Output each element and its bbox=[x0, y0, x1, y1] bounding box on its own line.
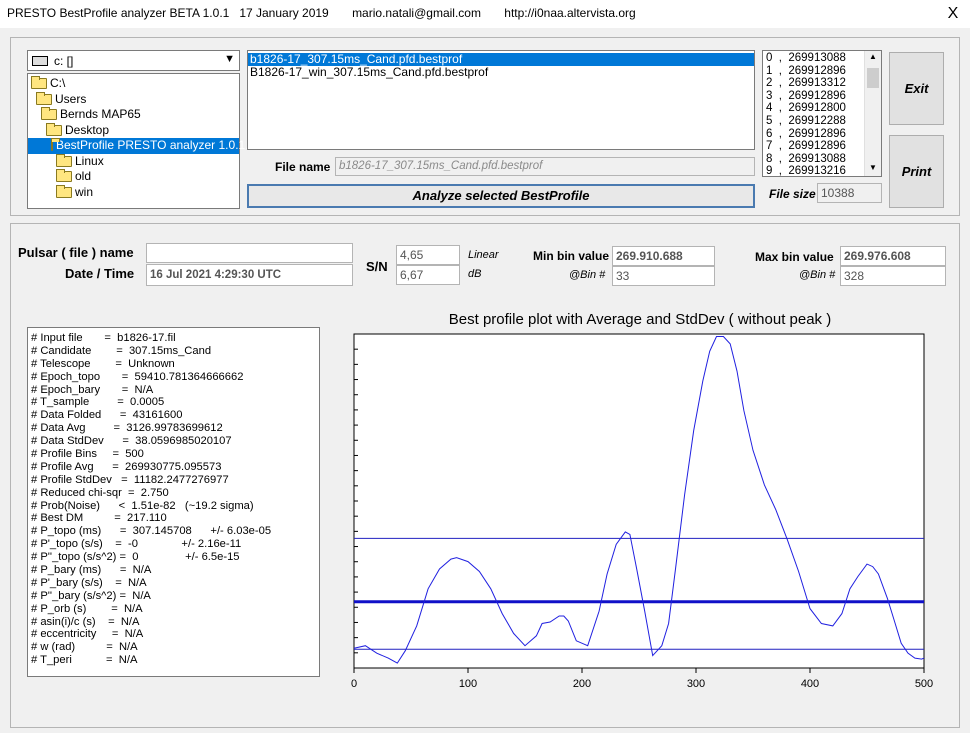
folder-icon bbox=[36, 91, 52, 105]
info-line: # Best DM = 217.110 bbox=[31, 512, 167, 525]
directory-item[interactable]: Desktop bbox=[28, 123, 239, 139]
chart-title: Best profile plot with Average and StdDe… bbox=[448, 311, 832, 328]
x-tick-label: 300 bbox=[687, 678, 705, 690]
date-time-field: 16 Jul 2021 4:29:30 UTC bbox=[146, 264, 353, 286]
directory-label: win bbox=[75, 184, 94, 199]
sn-linear-unit: Linear bbox=[468, 249, 499, 261]
directory-label: BestProfile PRESTO analyzer 1.0.1.e bbox=[56, 138, 256, 152]
pulsar-name-field bbox=[146, 243, 353, 263]
sn-label: S/N bbox=[366, 259, 388, 274]
info-line: # Telescope = Unknown bbox=[31, 357, 175, 370]
bestprof-info-text[interactable]: # Input file = b1826-17.fil # Candidate =… bbox=[27, 327, 320, 677]
drive-select[interactable]: c: [] ▼ bbox=[27, 50, 240, 71]
scroll-thumb[interactable] bbox=[867, 68, 879, 88]
directory-label: C:\ bbox=[50, 76, 66, 90]
info-line: # w (rad) = N/A bbox=[31, 641, 138, 654]
x-tick-label: 0 bbox=[351, 678, 357, 690]
info-line: # Profile StdDev = 11182.2477276977 bbox=[31, 473, 229, 486]
info-line: # Prob(Noise) < 1.51e-82 (~19.2 sigma) bbox=[31, 499, 254, 512]
info-line: # T_sample = 0.0005 bbox=[31, 396, 165, 409]
directory-list[interactable]: C:\ Users Bernds MAP65 Desktop BestProfile P… bbox=[27, 73, 255, 209]
directory-item[interactable]: BestProfile PRESTO analyzer 1.0.1.e bbox=[28, 138, 255, 154]
info-line: # Input file = b1826-17.fil bbox=[31, 332, 176, 344]
max-bin-at-label: @Bin # bbox=[799, 269, 836, 281]
file-list[interactable]: b1826-17_307.15ms_Cand.pfd.bestprof B1826… bbox=[247, 50, 755, 150]
close-button[interactable]: X bbox=[940, 3, 966, 25]
directory-item[interactable]: Users bbox=[28, 92, 239, 108]
folder-icon bbox=[31, 76, 47, 90]
x-tick-label: 400 bbox=[801, 678, 819, 690]
scroll-down-icon[interactable]: ▼ bbox=[869, 163, 877, 172]
folder-icon bbox=[46, 122, 62, 136]
info-line: # asin(i)/c (s) = N/A bbox=[31, 615, 140, 628]
min-bin-label: Min bin value bbox=[533, 249, 610, 263]
pulsar-name-label: Pulsar ( file ) name bbox=[18, 245, 134, 260]
info-line: # Reduced chi-sqr = 2.750 bbox=[31, 486, 169, 499]
chevron-down-icon[interactable]: ▼ bbox=[224, 53, 235, 65]
folder-icon bbox=[56, 184, 72, 198]
info-line: # Epoch_topo = 59410.781364666662 bbox=[31, 370, 244, 383]
drive-icon bbox=[32, 56, 48, 66]
file-size-label: File size bbox=[769, 187, 816, 201]
file-name-label: File name bbox=[275, 160, 331, 174]
info-line: # P'_bary (s/s) = N/A bbox=[31, 576, 147, 589]
min-bin-value: 269.910.688 bbox=[612, 246, 715, 266]
directory-label: Desktop bbox=[65, 122, 110, 137]
info-line: # P'_topo (s/s) = -0 +/- 2.16e-11 bbox=[31, 538, 242, 551]
bin-values-list[interactable]: 0 , 269913088 1 , 269912896 2 , 269913312 3… bbox=[762, 50, 882, 177]
info-line: # Data Avg = 3126.99783699612 bbox=[31, 422, 223, 435]
info-line: # P''_bary (s/s^2) = N/A bbox=[31, 589, 151, 602]
sn-linear-field: 4,65 bbox=[396, 245, 460, 265]
file-item[interactable]: B1826-17_win_307.15ms_Cand.pfd.bestprof bbox=[248, 66, 754, 79]
directory-label: Linux bbox=[75, 153, 104, 168]
analyze-button[interactable]: Analyze selected BestProfile bbox=[247, 184, 755, 208]
scroll-up-icon[interactable]: ▲ bbox=[869, 52, 877, 61]
info-line: # Profile Bins = 500 bbox=[31, 448, 144, 461]
max-bin-index: 328 bbox=[840, 266, 946, 286]
folder-icon bbox=[56, 153, 72, 167]
info-line: # Data StdDev = 38.0596985020107 bbox=[31, 435, 232, 448]
directory-label: Bernds MAP65 bbox=[60, 107, 141, 121]
x-tick-label: 500 bbox=[915, 678, 933, 690]
drive-label: c: [] bbox=[54, 54, 74, 68]
min-bin-index: 33 bbox=[612, 266, 715, 286]
directory-item[interactable]: C:\ bbox=[28, 76, 239, 92]
info-line: # P_bary (ms) = N/A bbox=[31, 564, 152, 577]
exit-button[interactable]: Exit bbox=[889, 52, 944, 125]
x-tick-label: 100 bbox=[459, 678, 477, 690]
x-tick-label: 200 bbox=[573, 678, 591, 690]
max-bin-value: 269.976.608 bbox=[840, 246, 946, 266]
sn-db-unit: dB bbox=[468, 268, 482, 280]
title-bar: PRESTO BestProfile analyzer BETA 1.0.1 1… bbox=[0, 0, 970, 28]
info-line: # P''_topo (s/s^2) = 0 +/- 6.5e-15 bbox=[31, 551, 240, 564]
directory-item[interactable]: Bernds MAP65 bbox=[28, 107, 239, 123]
folder-icon bbox=[56, 169, 72, 183]
directory-item[interactable]: win bbox=[28, 185, 239, 201]
info-line: # T_peri = N/A bbox=[31, 654, 138, 667]
info-line: # Profile Avg = 269930775.095573 bbox=[31, 460, 222, 473]
info-line: # eccentricity = N/A bbox=[31, 628, 144, 641]
info-line: # Data Folded = 43161600 bbox=[31, 409, 183, 422]
directory-label: Users bbox=[55, 91, 87, 106]
directory-item[interactable]: old bbox=[28, 169, 239, 185]
directory-item[interactable]: Linux bbox=[28, 154, 239, 170]
directory-label: old bbox=[75, 169, 92, 183]
print-button[interactable]: Print bbox=[889, 135, 944, 208]
profile-chart: 0 100 200 300 400 500 bbox=[351, 333, 933, 690]
file-name-field[interactable]: b1826-17_307.15ms_Cand.pfd.bestprof bbox=[335, 157, 755, 176]
min-bin-at-label: @Bin # bbox=[569, 269, 606, 281]
window-title: PRESTO BestProfile analyzer BETA 1.0.1 1… bbox=[7, 6, 636, 20]
info-line: # Candidate = 307.15ms_Cand bbox=[31, 344, 212, 357]
sn-db-field: 6,67 bbox=[396, 265, 460, 285]
info-line: # P_topo (ms) = 307.145708 +/- 6.03e-05 bbox=[31, 525, 272, 538]
info-line: # Epoch_bary = N/A bbox=[31, 383, 154, 396]
file-size-field: 10388 bbox=[817, 183, 882, 203]
date-time-label: Date / Time bbox=[65, 266, 135, 281]
folder-icon bbox=[51, 138, 60, 152]
scrollbar[interactable]: ▲ ▼ bbox=[864, 51, 881, 176]
info-line: # P_orb (s) = N/A bbox=[31, 602, 143, 615]
max-bin-label: Max bin value bbox=[755, 250, 834, 264]
folder-icon bbox=[41, 107, 57, 121]
